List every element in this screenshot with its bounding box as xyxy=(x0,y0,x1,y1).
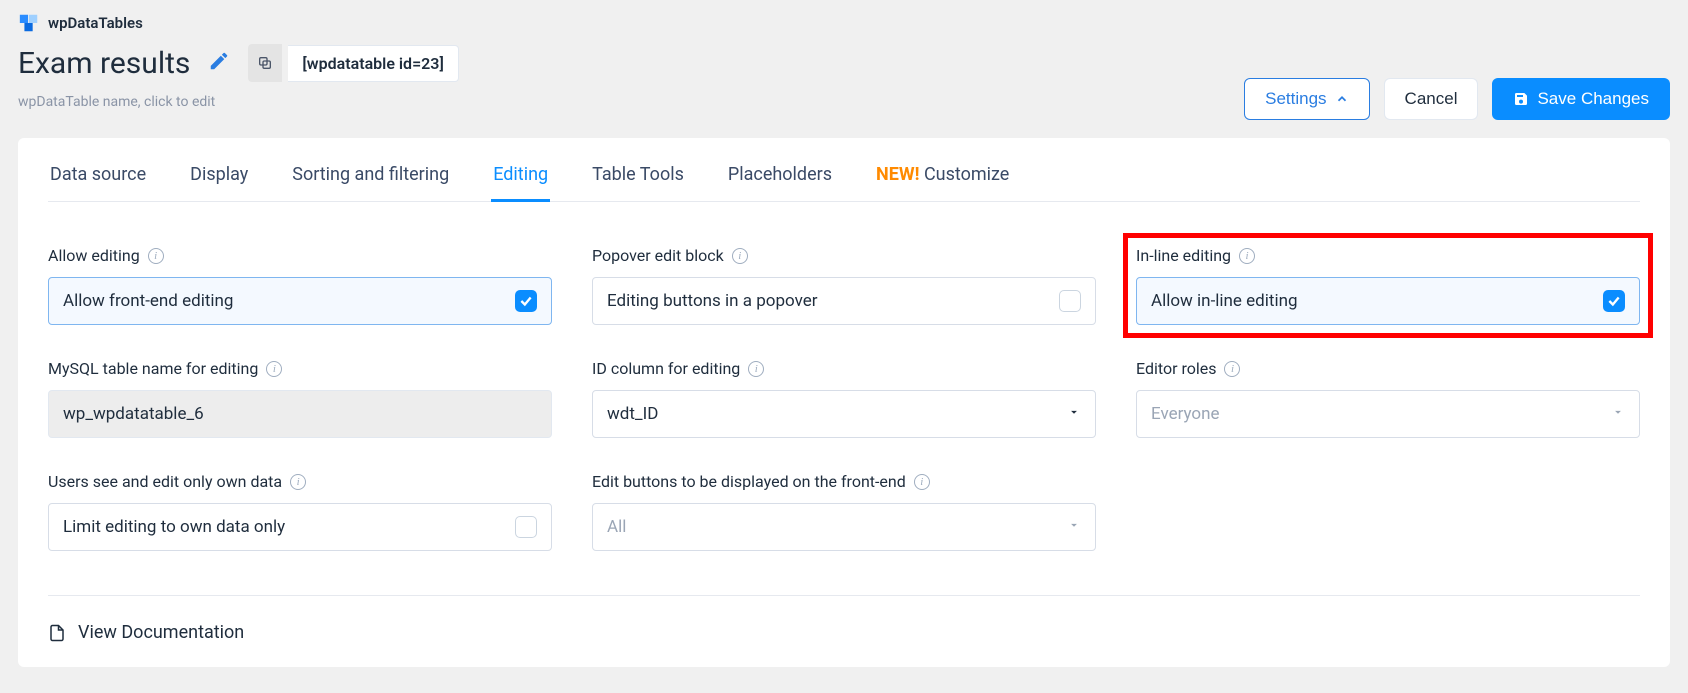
tab-table-tools[interactable]: Table Tools xyxy=(590,156,686,202)
select-id-column[interactable]: wdt_ID xyxy=(592,390,1096,438)
new-tag: NEW! xyxy=(876,164,919,185)
field-inline-editing: In-line editing i Allow in-line editing xyxy=(1130,240,1646,331)
label-edit-buttons: Edit buttons to be displayed on the fron… xyxy=(592,472,906,491)
toggle-own-data[interactable]: Limit editing to own data only xyxy=(48,503,552,551)
page-title[interactable]: Exam results xyxy=(18,46,190,81)
label-inline-editing: In-line editing xyxy=(1136,246,1231,265)
chevron-down-icon xyxy=(1611,404,1625,424)
info-icon[interactable]: i xyxy=(266,361,282,377)
tab-placeholders[interactable]: Placeholders xyxy=(726,156,834,202)
settings-panel: Data source Display Sorting and filterin… xyxy=(18,138,1670,667)
save-icon xyxy=(1513,91,1529,107)
copy-shortcode-button[interactable] xyxy=(248,44,282,82)
field-mysql-table: MySQL table name for editing i wp_wpdata… xyxy=(48,359,552,438)
label-mysql-table: MySQL table name for editing xyxy=(48,359,258,378)
select-edit-buttons-value: All xyxy=(607,517,626,537)
chevron-down-icon xyxy=(1067,517,1081,537)
input-mysql-table: wp_wpdatatable_6 xyxy=(48,390,552,438)
cancel-button[interactable]: Cancel xyxy=(1384,78,1479,120)
label-allow-editing: Allow editing xyxy=(48,246,140,265)
info-icon[interactable]: i xyxy=(148,248,164,264)
field-own-data: Users see and edit only own data i Limit… xyxy=(48,472,552,551)
settings-button-label: Settings xyxy=(1265,89,1326,109)
document-icon xyxy=(48,624,66,642)
chevron-down-icon xyxy=(1067,404,1081,424)
save-changes-button[interactable]: Save Changes xyxy=(1492,78,1670,120)
field-popover-edit: Popover edit block i Editing buttons in … xyxy=(592,246,1096,325)
name-hint: wpDataTable name, click to edit xyxy=(18,94,459,110)
toggle-popover-edit[interactable]: Editing buttons in a popover xyxy=(592,277,1096,325)
checkbox-icon xyxy=(1059,290,1081,312)
select-edit-buttons[interactable]: All xyxy=(592,503,1096,551)
checkbox-icon xyxy=(515,516,537,538)
checkbox-icon xyxy=(1603,290,1625,312)
select-editor-roles[interactable]: Everyone xyxy=(1136,390,1640,438)
select-id-column-value: wdt_ID xyxy=(607,404,658,424)
shortcode-text: [wpdatatable id=23] xyxy=(288,45,458,82)
toggle-own-data-value: Limit editing to own data only xyxy=(63,517,285,537)
cancel-button-label: Cancel xyxy=(1405,89,1458,109)
field-editor-roles: Editor roles i Everyone xyxy=(1136,359,1640,438)
label-id-column: ID column for editing xyxy=(592,359,740,378)
tab-customize-label: Customize xyxy=(924,164,1009,185)
label-popover-edit: Popover edit block xyxy=(592,246,724,265)
tab-data-source[interactable]: Data source xyxy=(48,156,148,202)
checkbox-icon xyxy=(515,290,537,312)
toggle-popover-edit-value: Editing buttons in a popover xyxy=(607,291,817,311)
view-documentation-link[interactable]: View Documentation xyxy=(48,596,1640,643)
brand-logo-icon xyxy=(18,12,40,34)
select-editor-roles-placeholder: Everyone xyxy=(1151,404,1220,424)
field-edit-buttons: Edit buttons to be displayed on the fron… xyxy=(592,472,1096,551)
field-allow-editing: Allow editing i Allow front-end editing xyxy=(48,246,552,325)
brand-name: wpDataTables xyxy=(48,14,143,32)
chevron-up-icon xyxy=(1335,92,1349,106)
label-own-data: Users see and edit only own data xyxy=(48,472,282,491)
view-documentation-label: View Documentation xyxy=(78,622,244,643)
input-mysql-table-value: wp_wpdatatable_6 xyxy=(63,404,204,424)
settings-button[interactable]: Settings xyxy=(1244,78,1369,120)
toggle-inline-editing-value: Allow in-line editing xyxy=(1151,291,1298,311)
tabs: Data source Display Sorting and filterin… xyxy=(48,138,1640,202)
info-icon[interactable]: i xyxy=(748,361,764,377)
toggle-allow-editing[interactable]: Allow front-end editing xyxy=(48,277,552,325)
toggle-allow-editing-value: Allow front-end editing xyxy=(63,291,233,311)
save-button-label: Save Changes xyxy=(1537,89,1649,109)
info-icon[interactable]: i xyxy=(1239,248,1255,264)
info-icon[interactable]: i xyxy=(732,248,748,264)
toggle-inline-editing[interactable]: Allow in-line editing xyxy=(1136,277,1640,325)
info-icon[interactable]: i xyxy=(914,474,930,490)
tab-customize[interactable]: NEW! Customize xyxy=(874,156,1011,202)
tab-sorting-filtering[interactable]: Sorting and filtering xyxy=(290,156,451,202)
pencil-icon[interactable] xyxy=(208,50,230,76)
tab-editing[interactable]: Editing xyxy=(491,156,550,202)
tab-display[interactable]: Display xyxy=(188,156,250,202)
info-icon[interactable]: i xyxy=(1224,361,1240,377)
info-icon[interactable]: i xyxy=(290,474,306,490)
field-id-column: ID column for editing i wdt_ID xyxy=(592,359,1096,438)
label-editor-roles: Editor roles xyxy=(1136,359,1216,378)
